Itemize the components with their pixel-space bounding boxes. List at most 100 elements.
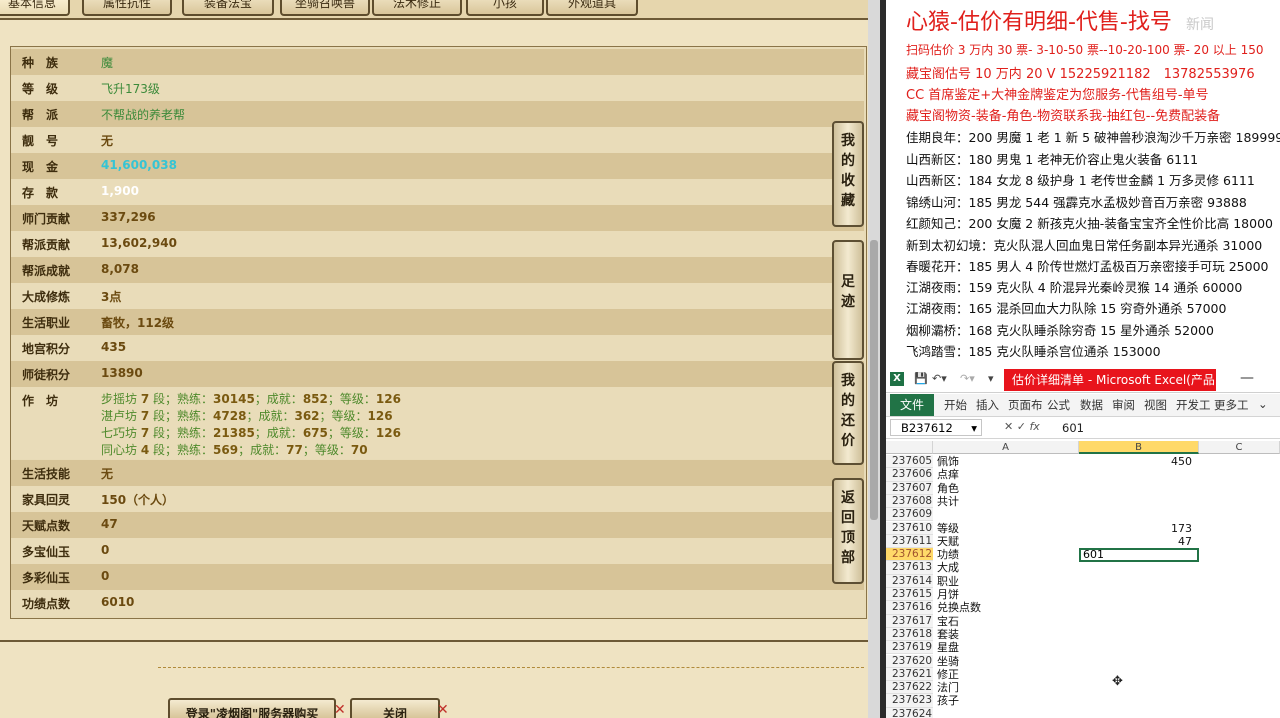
formula-bar-icons[interactable]: ✕ ✓ fx [1004, 420, 1040, 433]
tab-spell-correction[interactable]: 法术修正 [372, 0, 462, 16]
info-row: 师徒积分 13890 [11, 361, 864, 387]
tab-home[interactable]: 开始 [944, 397, 967, 413]
tab-more-tools[interactable]: 更多工 [1214, 397, 1249, 413]
row-header[interactable]: 237617 [886, 614, 933, 628]
cell-a[interactable]: 法门 [937, 681, 959, 694]
row-header[interactable]: 237624 [886, 707, 933, 718]
cell-a[interactable]: 点痒 [937, 468, 959, 481]
cell-a[interactable]: 角色 [937, 482, 959, 495]
footprints-button[interactable]: 足迹 [832, 240, 864, 360]
redo-icon[interactable]: ↷▾ [960, 372, 975, 385]
login-buy-button[interactable]: 登录"凌烟阁"服务器购买 [168, 698, 336, 718]
info-row: 功绩点数 6010 [11, 590, 864, 616]
cell-a[interactable]: 兑换点数 [937, 601, 981, 614]
row-value: 0 [101, 569, 110, 583]
cell-b[interactable]: 47 [1080, 535, 1194, 548]
row-header[interactable]: 237618 [886, 627, 933, 642]
cell-a[interactable]: 月饼 [937, 588, 959, 601]
info-row: 靓 号无 [11, 127, 864, 153]
row-header[interactable]: 237613 [886, 561, 933, 575]
notes-red-line: 藏宝阁物资-装备-角色-物资联系我-抽红包--免费配装备 [906, 109, 1221, 124]
back-to-top-button[interactable]: 返回顶部 [832, 478, 864, 584]
chevron-down-icon: ▾ [971, 421, 977, 435]
info-row: 种 族魔 [11, 49, 864, 75]
tab-equipment[interactable]: 装备法宝 [182, 0, 274, 16]
cell-a[interactable]: 星盘 [937, 641, 959, 654]
tab-developer[interactable]: 开发工 [1176, 397, 1211, 413]
notes-line: 烟柳灞桥：168 克火队睡杀除穷奇 15 星外通杀 52000 [906, 323, 1214, 338]
row-header[interactable]: 237610 [886, 521, 933, 535]
save-icon[interactable]: 💾 [914, 372, 928, 385]
scrollbar-thumb[interactable] [870, 240, 878, 520]
cell-a[interactable]: 孩子 [937, 694, 959, 707]
name-box[interactable]: B237612 ▾ [890, 419, 982, 436]
tab-insert[interactable]: 插入 [976, 397, 999, 413]
row-header[interactable]: 237623 [886, 694, 933, 708]
row-value: 6010 [101, 595, 135, 609]
cell-a[interactable]: 共计 [937, 495, 959, 508]
notes-line: 红颜知己：200 女魔 2 新孩克火抽-装备宝宝齐全性价比高 18000 [906, 216, 1273, 231]
cell-b[interactable]: 450 [1080, 455, 1194, 468]
cell-a[interactable]: 修正 [937, 668, 959, 681]
info-row: 存 款 1,900 [11, 179, 864, 205]
cell-a[interactable]: 等级 [937, 522, 959, 535]
qat-more-icon[interactable]: ▾ [988, 372, 994, 385]
notes-line: 佳期良年：200 男魔 1 老 1 新 5 破神兽秒浪淘沙千万亲密 189999 [906, 130, 1280, 145]
cell-a[interactable]: 功绩 [937, 548, 959, 561]
workshop-line: 步摇坊 7 段；熟练：30145；成就：852；等级：126 [101, 392, 401, 406]
cell-a[interactable]: 套装 [937, 628, 959, 641]
cell-a[interactable]: 佩饰 [937, 455, 959, 468]
formula-bar: B237612 ▾ ✕ ✓ fx 601 [886, 418, 1280, 439]
row-header[interactable]: 237616 [886, 601, 933, 615]
info-row: 帮派贡献 13,602,940 [11, 231, 864, 257]
row-header[interactable]: 237622 [886, 681, 933, 695]
formula-input[interactable]: 601 [1062, 421, 1084, 435]
tab-formulas[interactable]: 公式 [1047, 397, 1070, 413]
column-header-a[interactable]: A [933, 441, 1079, 454]
active-cell-b[interactable]: 601 [1079, 548, 1199, 563]
cell-a[interactable]: 天赋 [937, 535, 959, 548]
cell-a[interactable]: 宝石 [937, 615, 959, 628]
minimize-icon[interactable]: — [1240, 370, 1254, 386]
select-all-corner[interactable] [886, 441, 933, 454]
ribbon-collapse-icon[interactable]: ⌄ [1258, 397, 1268, 411]
row-header[interactable]: 237606 [886, 468, 933, 482]
my-counteroffer-button[interactable]: 我的还价 [832, 361, 864, 465]
row-header[interactable]: 237621 [886, 667, 933, 682]
info-row: 地宫积分 435 [11, 335, 864, 361]
row-header[interactable]: 237607 [886, 481, 933, 495]
page-scrollbar[interactable] [868, 0, 880, 718]
cell-b[interactable]: 173 [1080, 522, 1194, 535]
column-header-b[interactable]: B [1079, 441, 1199, 454]
row-header[interactable]: 237605 [886, 455, 933, 469]
undo-icon[interactable]: ↶▾ [932, 372, 947, 385]
tab-basic-info[interactable]: 基本信息 [0, 0, 70, 16]
cell-a[interactable]: 职业 [937, 575, 959, 588]
cell-a[interactable]: 大成 [937, 561, 959, 574]
tab-bar: 基本信息 属性抗性 装备法宝 坐骑召唤兽 法术修正 小孩 外观道具 [0, 0, 870, 20]
tab-data[interactable]: 数据 [1080, 397, 1103, 413]
column-header-c[interactable]: C [1199, 441, 1280, 454]
tab-mounts-summons[interactable]: 坐骑召唤兽 [280, 0, 370, 16]
tab-child[interactable]: 小孩 [466, 0, 544, 16]
info-row: 生活技能 无 [11, 460, 864, 486]
tab-review[interactable]: 审阅 [1112, 397, 1135, 413]
row-header[interactable]: 237614 [886, 574, 933, 588]
row-header[interactable]: 237609 [886, 508, 933, 522]
tab-view[interactable]: 视图 [1144, 397, 1167, 413]
row-header[interactable]: 237611 [886, 534, 933, 549]
excel-icon: X [890, 372, 904, 386]
tab-page-layout[interactable]: 页面布 [1008, 397, 1043, 413]
row-header[interactable]: 237619 [886, 641, 933, 655]
my-favorites-button[interactable]: 我的收藏 [832, 121, 864, 227]
close-button[interactable]: 关闭 [350, 698, 440, 718]
cell-a[interactable]: 坐骑 [937, 655, 959, 668]
row-header[interactable]: 237620 [886, 654, 933, 668]
row-header[interactable]: 237608 [886, 494, 933, 509]
tab-attributes[interactable]: 属性抗性 [82, 0, 172, 16]
tab-appearance[interactable]: 外观道具 [546, 0, 638, 16]
tab-file[interactable]: 文件 [890, 394, 934, 416]
window-title: 估价详细清单 - Microsoft Excel(产品... [1004, 369, 1216, 391]
row-header[interactable]: 237612 [886, 548, 933, 562]
row-header[interactable]: 237615 [886, 588, 933, 602]
